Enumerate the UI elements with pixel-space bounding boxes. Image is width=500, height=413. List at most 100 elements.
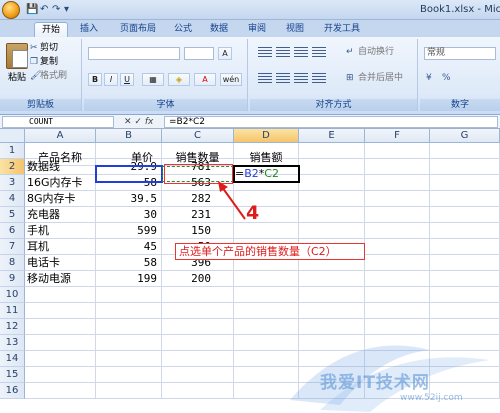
grid-cell[interactable]	[365, 255, 430, 271]
align-center-icon[interactable]	[276, 73, 290, 84]
row-header-5[interactable]: 5	[0, 207, 25, 223]
cancel-icon[interactable]: ✕	[124, 117, 132, 127]
grid-cell[interactable]	[430, 271, 500, 287]
grid-cell[interactable]	[365, 351, 430, 367]
name-box[interactable]: COUNT	[2, 116, 114, 128]
cell-d2-formula[interactable]: =B2*C2	[234, 166, 299, 182]
grid-cell[interactable]	[365, 319, 430, 335]
font-size-combo[interactable]	[184, 47, 214, 60]
grid-cell[interactable]	[96, 383, 162, 399]
grid-cell[interactable]	[25, 351, 96, 367]
grid-cell[interactable]	[299, 143, 365, 159]
row-header-16[interactable]: 16	[0, 383, 25, 399]
save-icon[interactable]: 💾	[26, 4, 38, 16]
grid-cell[interactable]	[430, 303, 500, 319]
grid-cell[interactable]	[299, 271, 365, 287]
align-right-icon[interactable]	[294, 73, 308, 84]
number-format-combo[interactable]: 常规	[424, 47, 496, 60]
grid-cell[interactable]	[430, 351, 500, 367]
unit-price-cell[interactable]: 58	[96, 175, 162, 191]
grid-cell[interactable]	[299, 175, 365, 191]
orientation-icon[interactable]	[312, 47, 326, 58]
grid-cell[interactable]	[234, 191, 299, 207]
grid-cell[interactable]	[430, 223, 500, 239]
row-header-7[interactable]: 7	[0, 239, 25, 255]
indent-icon[interactable]	[312, 73, 326, 84]
grid-cell[interactable]	[430, 287, 500, 303]
row-header-15[interactable]: 15	[0, 367, 25, 383]
grid-cell[interactable]	[365, 207, 430, 223]
fill-color-icon[interactable]: ◈	[168, 73, 190, 86]
percent-icon[interactable]: %	[442, 73, 451, 84]
grid-cell[interactable]	[25, 287, 96, 303]
grid-cell[interactable]	[430, 191, 500, 207]
grid-cell[interactable]	[162, 287, 234, 303]
merge-center-button[interactable]: 合并后居中	[358, 73, 403, 84]
grid-cell[interactable]	[299, 159, 365, 175]
copy-button[interactable]: 复制	[40, 57, 58, 68]
wrap-text-button[interactable]: 自动换行	[358, 47, 394, 58]
grid-cell[interactable]	[365, 223, 430, 239]
cut-button[interactable]: 剪切	[40, 43, 58, 54]
italic-button[interactable]: I	[104, 73, 118, 86]
merge-center-icon[interactable]: ⊞	[346, 73, 354, 84]
unit-price-cell[interactable]: 39.5	[96, 191, 162, 207]
product-name-cell[interactable]: 16G内存卡	[25, 175, 96, 191]
align-middle-icon[interactable]	[276, 47, 290, 58]
grid-cell[interactable]	[430, 367, 500, 383]
tab-developer[interactable]: 开发工具	[318, 22, 366, 37]
office-button[interactable]	[2, 1, 20, 19]
column-header-b[interactable]: B	[96, 129, 162, 143]
row-header-14[interactable]: 14	[0, 351, 25, 367]
grid-cell[interactable]	[430, 255, 500, 271]
wrap-text-icon[interactable]: ↵	[346, 47, 354, 58]
font-color-button[interactable]: A	[194, 73, 216, 86]
grid-cell[interactable]	[430, 335, 500, 351]
product-name-cell[interactable]: 8G内存卡	[25, 191, 96, 207]
grid-cell[interactable]	[430, 207, 500, 223]
tab-page-layout[interactable]: 页面布局	[112, 22, 164, 37]
phonetic-button[interactable]: wén	[220, 73, 242, 86]
grid-cell[interactable]	[299, 223, 365, 239]
grid-cell[interactable]	[25, 319, 96, 335]
tab-formulas[interactable]: 公式	[168, 22, 198, 37]
underline-button[interactable]: U	[120, 73, 134, 86]
grid-cell[interactable]	[96, 351, 162, 367]
product-name-cell[interactable]: 数据线	[25, 159, 96, 175]
grid-cell[interactable]	[299, 303, 365, 319]
row-header-1[interactable]: 1	[0, 143, 25, 159]
product-name-cell[interactable]: 移动电源	[25, 271, 96, 287]
grid-cell[interactable]	[234, 223, 299, 239]
grow-font-icon[interactable]: A	[218, 47, 232, 60]
grid-cell[interactable]	[365, 303, 430, 319]
column-header-d[interactable]: D	[234, 129, 299, 143]
unit-price-cell[interactable]: 58	[96, 255, 162, 271]
column-header-f[interactable]: F	[365, 129, 430, 143]
grid-cell[interactable]	[234, 319, 299, 335]
tab-review[interactable]: 审阅	[242, 22, 272, 37]
column-header-g[interactable]: G	[430, 129, 500, 143]
unit-price-cell[interactable]: 45	[96, 239, 162, 255]
undo-icon[interactable]: ↶	[40, 4, 48, 16]
row-header-2[interactable]: 2	[0, 159, 25, 175]
grid-cell[interactable]	[234, 383, 299, 399]
column-header-e[interactable]: E	[299, 129, 365, 143]
grid-cell[interactable]	[162, 303, 234, 319]
borders-icon[interactable]: ▦	[142, 73, 164, 86]
grid-cell[interactable]	[430, 159, 500, 175]
quantity-cell[interactable]: 200	[162, 271, 234, 287]
paste-icon[interactable]	[6, 43, 28, 69]
format-painter-button[interactable]: 格式刷	[40, 71, 67, 82]
grid-cell[interactable]	[96, 287, 162, 303]
tab-view[interactable]: 视图	[280, 22, 310, 37]
grid-cell[interactable]	[234, 351, 299, 367]
grid-cell[interactable]	[365, 143, 430, 159]
grid-cell[interactable]	[430, 143, 500, 159]
grid-cell[interactable]	[365, 271, 430, 287]
grid-cell[interactable]	[234, 287, 299, 303]
row-header-11[interactable]: 11	[0, 303, 25, 319]
column-header-c[interactable]: C	[162, 129, 234, 143]
currency-icon[interactable]: ¥	[426, 73, 432, 84]
row-header-12[interactable]: 12	[0, 319, 25, 335]
quantity-cell[interactable]: 282	[162, 191, 234, 207]
